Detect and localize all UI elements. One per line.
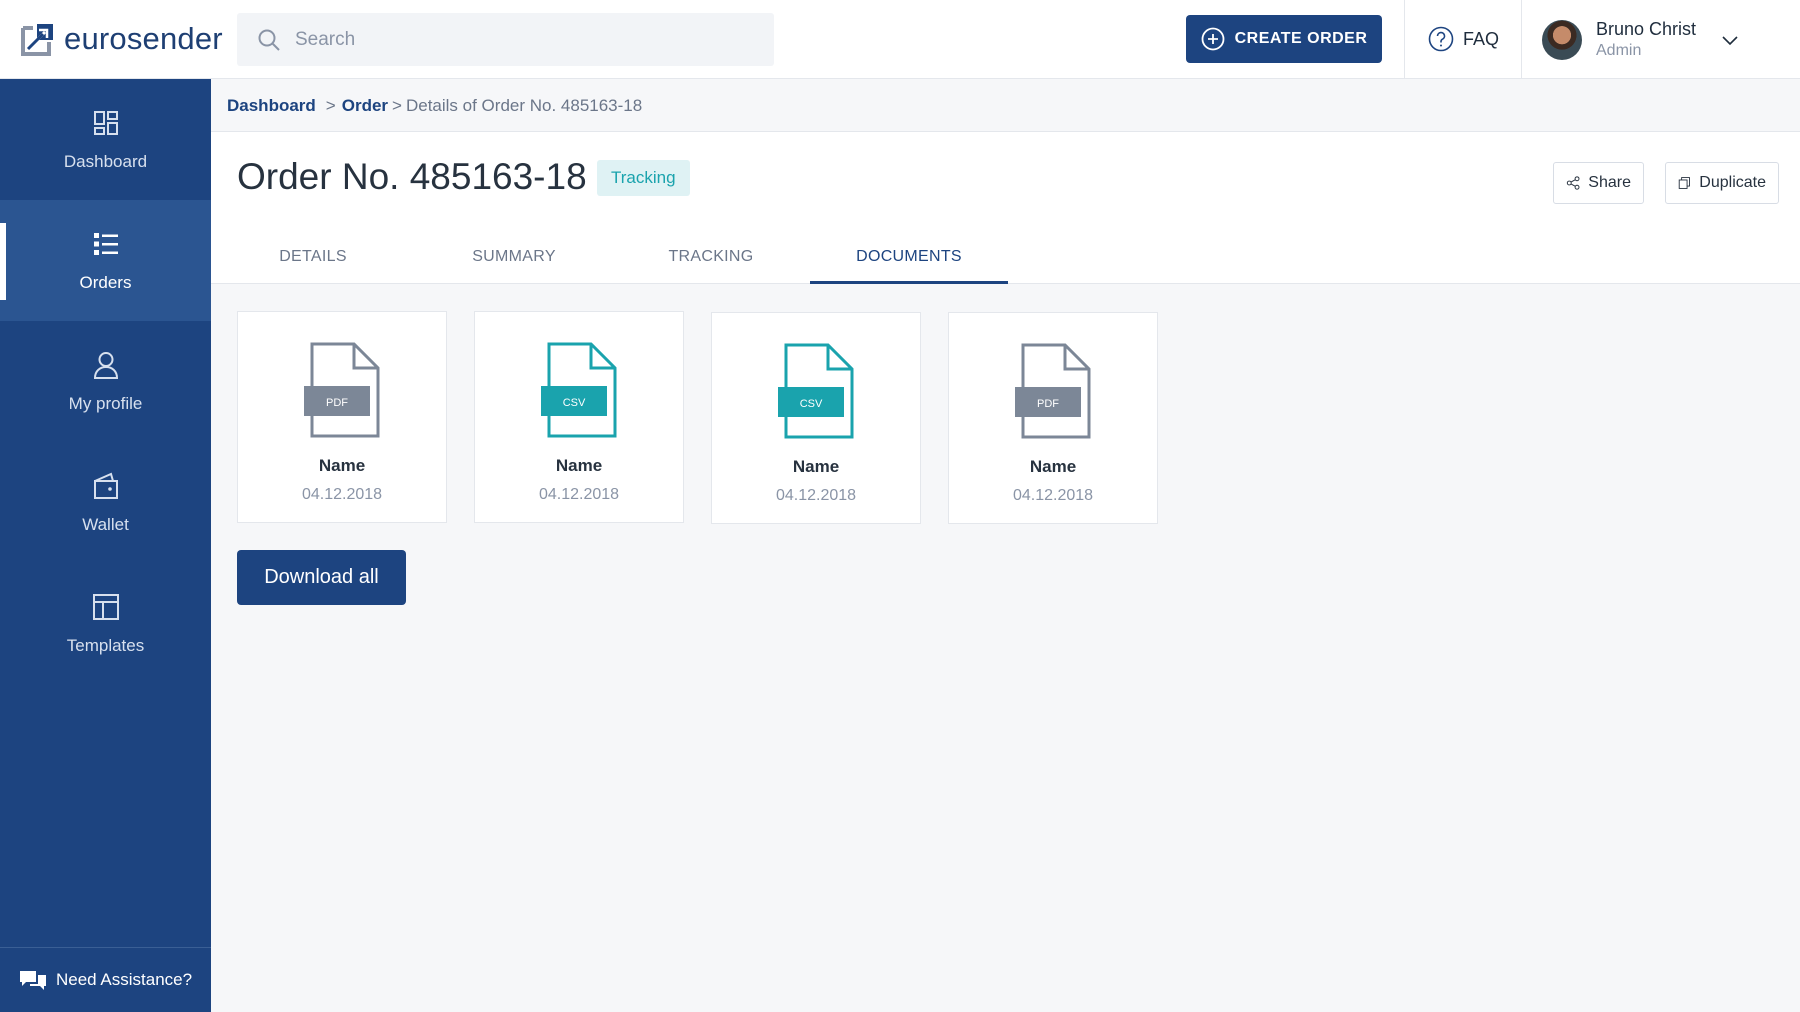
- duplicate-button[interactable]: Duplicate: [1665, 162, 1779, 204]
- create-order-button[interactable]: CREATE ORDER: [1186, 15, 1382, 63]
- file-type-label: PDF: [326, 397, 348, 409]
- dashboard-icon: [93, 110, 118, 135]
- help-icon: [1428, 26, 1454, 52]
- breadcrumb-current: Details of Order No. 485163-18: [405, 96, 643, 115]
- download-all-button[interactable]: Download all: [237, 550, 406, 605]
- file-type-label: CSV: [563, 397, 586, 409]
- status-badge: Tracking: [597, 160, 690, 196]
- breadcrumb-separator: >: [325, 96, 336, 115]
- logo-mark-icon: [21, 24, 53, 56]
- faq-link[interactable]: FAQ: [1428, 26, 1499, 52]
- document-name: Name: [555, 456, 603, 475]
- share-icon: [1566, 176, 1580, 190]
- sidebar-item-label: Wallet: [82, 514, 129, 534]
- tab-documents[interactable]: DOCUMENTS: [810, 240, 1008, 284]
- search-bar[interactable]: [237, 13, 774, 66]
- csv-file-icon: CSV: [541, 342, 617, 438]
- document-card[interactable]: CSV Name 04.12.2018: [711, 312, 921, 524]
- sidebar-item-label: Dashboard: [63, 151, 148, 171]
- sidebar-item-label: Templates: [66, 635, 145, 655]
- top-bar: eurosender CREATE ORDER FAQ Bruno Christ…: [0, 0, 1800, 79]
- breadcrumb-dashboard-link[interactable]: Dashboard: [227, 96, 316, 116]
- create-order-label: CREATE ORDER: [1234, 30, 1368, 47]
- document-card[interactable]: PDF Name 04.12.2018: [237, 311, 447, 523]
- sidebar-item-wallet[interactable]: Wallet: [0, 442, 211, 563]
- sidebar-item-label: Orders: [79, 272, 132, 292]
- user-icon: [93, 351, 118, 379]
- tab-details[interactable]: DETAILS: [237, 240, 389, 284]
- orders-list-icon: [93, 232, 118, 255]
- eurosender-logo[interactable]: eurosender: [20, 20, 223, 58]
- chat-icon: [20, 971, 46, 990]
- document-name: Name: [1029, 457, 1077, 476]
- tab-summary[interactable]: SUMMARY: [434, 240, 594, 284]
- breadcrumb-separator: >: [392, 96, 402, 115]
- search-input[interactable]: [295, 28, 755, 51]
- document-card[interactable]: PDF Name 04.12.2018: [948, 312, 1158, 524]
- faq-label: FAQ: [1463, 28, 1500, 49]
- user-name: Bruno Christ: [1596, 19, 1697, 39]
- wallet-icon: [93, 472, 118, 499]
- share-label: Share: [1588, 174, 1631, 191]
- csv-file-icon: CSV: [778, 343, 854, 439]
- file-type-label: CSV: [800, 398, 823, 410]
- tab-tracking[interactable]: TRACKING: [632, 240, 790, 284]
- breadcrumb: Dashboard > Order > Details of Order No.…: [227, 96, 642, 116]
- breadcrumb-order-link[interactable]: Order: [342, 96, 388, 116]
- header-divider: [1404, 0, 1405, 79]
- document-card[interactable]: CSV Name 04.12.2018: [474, 311, 684, 523]
- pdf-file-icon: PDF: [1015, 343, 1091, 439]
- user-info: Bruno Christ Admin: [1596, 19, 1696, 60]
- sidebar: Dashboard Orders My profile Wallet Templ…: [0, 79, 211, 1012]
- pdf-file-icon: PDF: [304, 342, 380, 438]
- document-date: 04.12.2018: [538, 486, 620, 503]
- sidebar-item-dashboard[interactable]: Dashboard: [0, 79, 211, 200]
- logo-text: eurosender: [64, 21, 223, 56]
- sidebar-item-templates[interactable]: Templates: [0, 563, 211, 684]
- templates-icon: [92, 593, 119, 620]
- user-menu[interactable]: Bruno Christ Admin: [1542, 19, 1696, 60]
- need-assistance-label: Need Assistance?: [56, 970, 193, 989]
- sidebar-item-label: My profile: [68, 393, 143, 413]
- chevron-down-icon[interactable]: [1720, 30, 1740, 50]
- plus-circle-icon: [1201, 27, 1224, 51]
- sidebar-item-my-profile[interactable]: My profile: [0, 321, 211, 442]
- document-name: Name: [318, 456, 366, 475]
- duplicate-icon: [1678, 177, 1690, 189]
- duplicate-label: Duplicate: [1699, 174, 1766, 191]
- need-assistance-button[interactable]: Need Assistance?: [0, 947, 211, 1012]
- search-icon: [258, 29, 280, 51]
- document-date: 04.12.2018: [301, 486, 383, 503]
- header-divider: [1521, 0, 1522, 79]
- user-role: Admin: [1596, 42, 1642, 59]
- share-button[interactable]: Share: [1553, 162, 1644, 204]
- document-date: 04.12.2018: [775, 487, 857, 504]
- file-type-label: PDF: [1037, 398, 1059, 410]
- avatar: [1542, 19, 1582, 60]
- sidebar-item-orders[interactable]: Orders: [0, 200, 211, 321]
- document-date: 04.12.2018: [1012, 487, 1094, 504]
- page-title: Order No. 485163-18: [237, 156, 587, 197]
- document-name: Name: [792, 457, 840, 476]
